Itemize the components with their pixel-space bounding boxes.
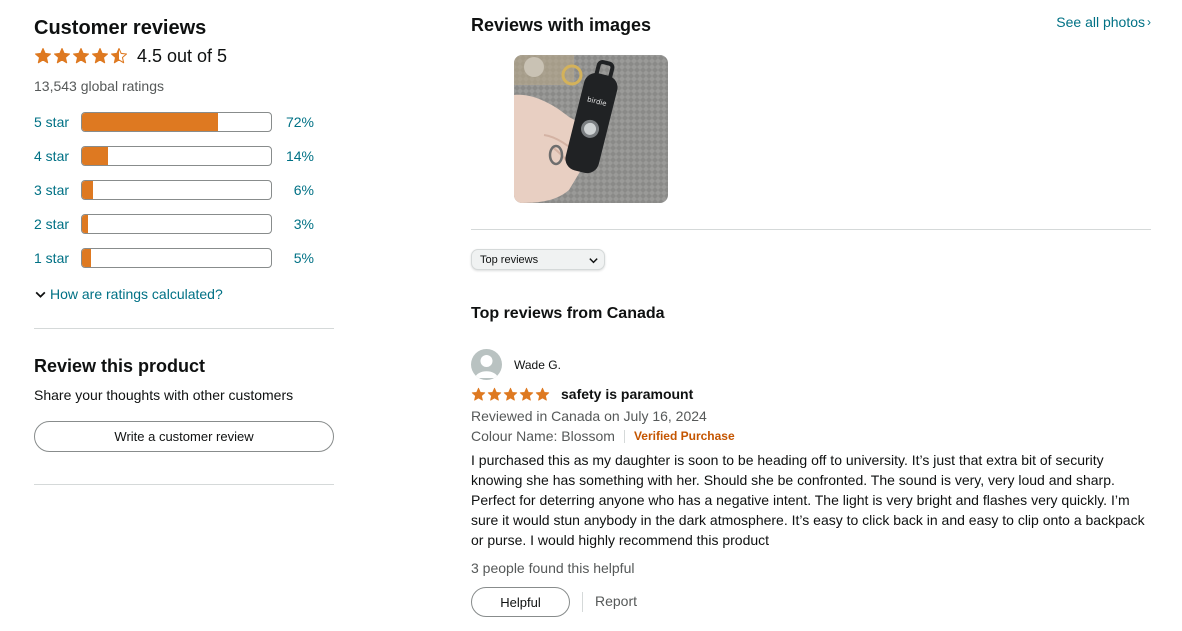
variant-info[interactable]: Colour Name: Blossom	[471, 428, 615, 444]
histogram-bar[interactable]	[81, 248, 272, 268]
histogram-bar[interactable]	[81, 180, 272, 200]
histogram-percent[interactable]: 3%	[294, 216, 314, 232]
sort-reviews-dropdown[interactable]: Top reviews	[471, 249, 605, 270]
review-title[interactable]: safety is paramount	[561, 386, 693, 402]
histogram-fill	[82, 147, 109, 165]
overall-rating[interactable]: 4.5 out of 5	[34, 44, 227, 68]
review-title-row: safety is paramount	[471, 386, 693, 402]
chevron-right-icon: ›	[1147, 15, 1151, 29]
avatar-icon[interactable]	[471, 349, 502, 380]
divider	[34, 484, 334, 485]
star-icon	[34, 47, 52, 64]
histogram-row-4-star[interactable]: 4 star 14%	[34, 146, 334, 166]
histogram-bar[interactable]	[81, 112, 272, 132]
separator	[582, 592, 583, 612]
histogram-fill	[82, 215, 88, 233]
star-icon	[91, 47, 109, 64]
write-review-button[interactable]: Write a customer review	[34, 421, 334, 452]
reviews-with-images-heading: Reviews with images	[471, 15, 652, 35]
histogram-row-1-star[interactable]: 1 star 5%	[34, 248, 334, 268]
divider	[34, 328, 334, 329]
histogram-label[interactable]: 5 star	[34, 114, 69, 130]
histogram-label[interactable]: 2 star	[34, 216, 69, 232]
helpful-count: 3 people found this helpful	[471, 560, 635, 576]
histogram-percent[interactable]: 72%	[286, 114, 314, 130]
star-icon	[110, 47, 128, 64]
histogram-percent[interactable]: 5%	[294, 250, 314, 266]
share-thoughts-text: Share your thoughts with other customers	[34, 387, 294, 403]
star-icon	[503, 387, 518, 401]
chevron-down-icon	[589, 258, 598, 264]
reviews-column: Reviews with images See all photos › bir…	[471, 0, 1151, 631]
global-ratings-count: 13,543 global ratings	[34, 78, 164, 94]
helpful-button[interactable]: Helpful	[471, 587, 570, 617]
histogram-row-5-star[interactable]: 5 star 72%	[34, 112, 334, 132]
overall-stars-icon	[34, 47, 128, 65]
review-photo-image: birdie	[514, 55, 668, 203]
report-link[interactable]: Report	[595, 593, 637, 609]
histogram-fill	[82, 181, 94, 199]
see-all-photos-link[interactable]: See all photos ›	[1056, 14, 1151, 30]
histogram-bar[interactable]	[81, 146, 272, 166]
star-icon	[535, 387, 550, 401]
histogram-row-3-star[interactable]: 3 star 6%	[34, 180, 334, 200]
star-icon	[72, 47, 90, 64]
how-ratings-calculated-text[interactable]: How are ratings calculated?	[50, 286, 223, 302]
histogram-row-2-star[interactable]: 2 star 3%	[34, 214, 334, 234]
histogram-label[interactable]: 3 star	[34, 182, 69, 198]
chevron-down-icon	[35, 291, 46, 298]
divider	[471, 229, 1151, 230]
histogram-bar[interactable]	[81, 214, 272, 234]
top-reviews-region-heading: Top reviews from Canada	[471, 305, 665, 322]
overall-rating-text: 4.5 out of 5	[137, 46, 228, 66]
review-this-product-heading: Review this product	[34, 356, 206, 376]
sort-selected-value[interactable]: Top reviews	[480, 254, 538, 266]
histogram-percent[interactable]: 14%	[286, 148, 314, 164]
review-date: Reviewed in Canada on July 16, 2024	[471, 408, 707, 424]
histogram-percent[interactable]: 6%	[294, 182, 314, 198]
histogram-label[interactable]: 1 star	[34, 250, 69, 266]
how-ratings-calculated-link[interactable]: How are ratings calculated?	[34, 286, 223, 302]
review-body: I purchased this as my daughter is soon …	[471, 452, 1145, 548]
star-icon	[487, 387, 502, 401]
customer-reviews-heading: Customer reviews	[34, 17, 207, 39]
histogram-label[interactable]: 4 star	[34, 148, 69, 164]
histogram-fill	[82, 113, 219, 131]
star-icon	[519, 387, 534, 401]
star-icon	[471, 387, 486, 401]
star-icon	[53, 47, 71, 64]
see-all-photos-text[interactable]: See all photos	[1056, 14, 1145, 30]
review-stars-icon[interactable]	[471, 387, 550, 402]
review-format-strip: Colour Name: Blossom Verified Purchase	[471, 428, 735, 444]
reviewer-name[interactable]: Wade G.	[514, 358, 561, 372]
reviewer-profile[interactable]: Wade G.	[471, 349, 561, 380]
separator	[623, 429, 625, 443]
histogram-fill	[82, 249, 92, 267]
review-photo-thumbnail[interactable]: birdie	[514, 55, 668, 203]
verified-purchase-badge: Verified Purchase	[633, 429, 735, 443]
